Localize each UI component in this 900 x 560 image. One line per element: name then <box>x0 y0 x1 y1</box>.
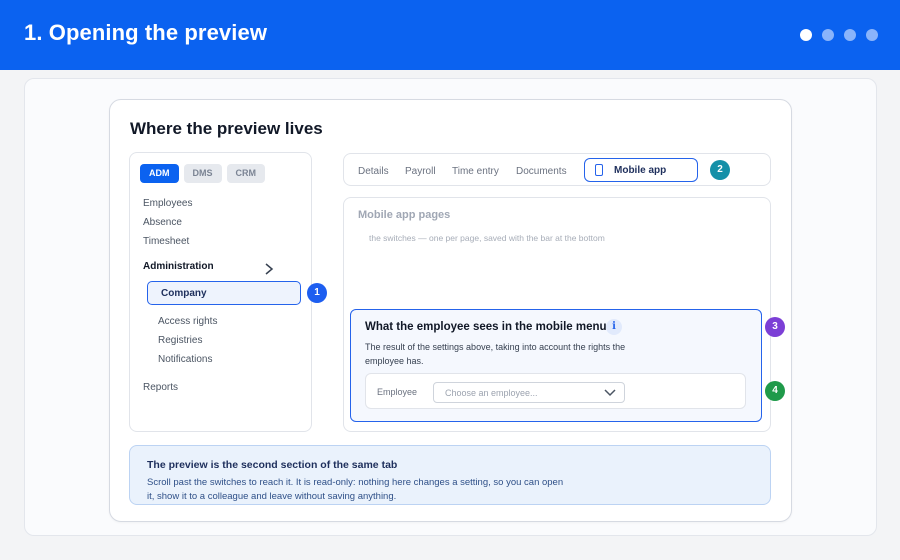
employee-select-placeholder: Choose an employee... <box>445 388 538 398</box>
step-title: 1. Opening the preview <box>24 20 268 45</box>
tab-details[interactable]: Details <box>358 166 389 177</box>
note-title: The preview is the second section of the… <box>147 459 398 471</box>
tab-mobile-app-label: Mobile app <box>614 165 667 176</box>
card-title: Where the preview lives <box>130 119 323 138</box>
sidebar-item-access-rights[interactable]: Access rights <box>158 316 217 327</box>
employee-select[interactable]: Choose an employee... <box>433 382 625 403</box>
step-dot-3[interactable] <box>844 29 856 41</box>
sidebar-section-administration[interactable]: Administration <box>143 261 214 272</box>
preview-title: What the employee sees in the mobile men… <box>365 321 607 333</box>
tab-mobile-app[interactable]: Mobile app <box>584 158 698 182</box>
chevron-right-icon <box>265 263 274 275</box>
info-icon[interactable]: i <box>606 319 622 335</box>
sidebar-item-employees[interactable]: Employees <box>143 198 192 209</box>
chevron-down-icon <box>604 389 616 397</box>
sidebar-item-company-label: Company <box>161 288 207 299</box>
sidebar-item-absence[interactable]: Absence <box>143 217 182 228</box>
note-body: Scroll past the switches to reach it. It… <box>147 477 564 502</box>
sidebar-item-reports[interactable]: Reports <box>143 382 178 393</box>
phone-icon <box>595 164 603 176</box>
callout-badge-4: 4 <box>765 381 785 401</box>
sidebar-item-registries[interactable]: Registries <box>158 335 202 346</box>
top-bar: 1. Opening the preview <box>0 0 900 70</box>
step-dot-1[interactable] <box>800 29 812 41</box>
employee-label: Employee <box>377 387 418 397</box>
sidebar-item-company[interactable]: Company <box>147 281 301 305</box>
tab-payroll[interactable]: Payroll <box>405 166 436 177</box>
tab-documents[interactable]: Documents <box>516 166 567 177</box>
callout-badge-2: 2 <box>710 160 730 180</box>
module-switcher: ADM DMS CRM <box>140 164 265 183</box>
pages-panel-title: Mobile app pages <box>358 209 451 221</box>
pages-panel-subtitle: the switches — one per page, saved with … <box>369 233 605 243</box>
tab-time-entry[interactable]: Time entry <box>452 166 499 177</box>
step-dot-4[interactable] <box>866 29 878 41</box>
step-indicator <box>800 29 878 41</box>
sidebar-item-timesheet[interactable]: Timesheet <box>143 236 189 247</box>
callout-badge-1: 1 <box>307 283 327 303</box>
step-dot-2[interactable] <box>822 29 834 41</box>
preview-description: The result of the settings above, taking… <box>365 342 626 366</box>
sidebar-item-notifications[interactable]: Notifications <box>158 354 212 365</box>
callout-badge-3: 3 <box>765 317 785 337</box>
module-pill-dms[interactable]: DMS <box>183 164 222 183</box>
module-pill-crm[interactable]: CRM <box>226 164 265 183</box>
module-pill-adm[interactable]: ADM <box>140 164 179 183</box>
